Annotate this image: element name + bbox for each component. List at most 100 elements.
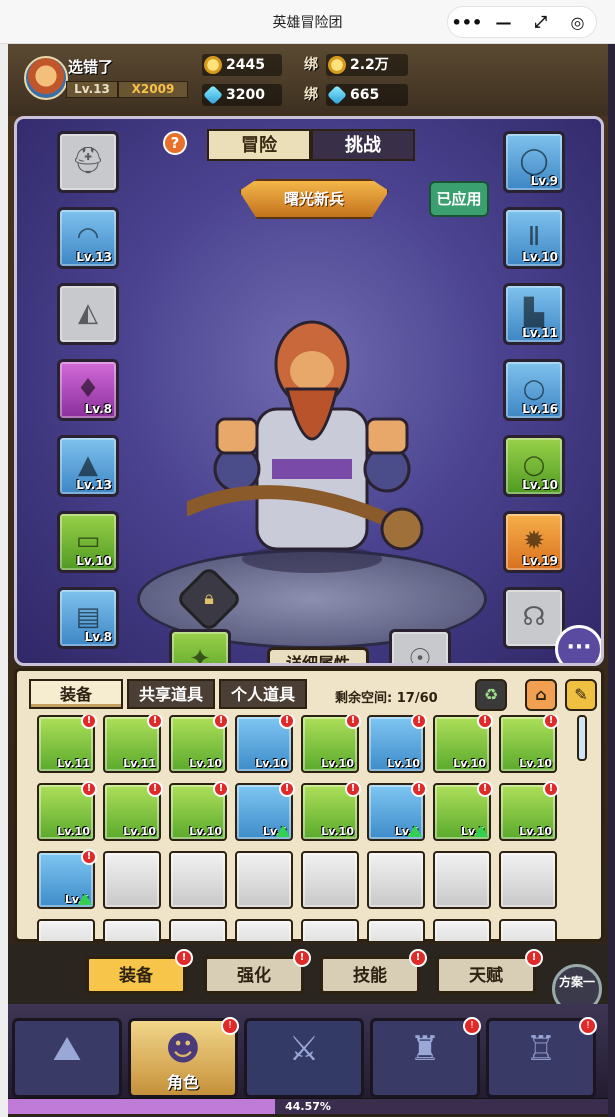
close-icon[interactable]: ◎ xyxy=(563,13,593,32)
gem-counter[interactable]: 3200 xyxy=(202,84,282,106)
inventory-item[interactable]: Lv.1! xyxy=(37,849,97,909)
alert-icon: ! xyxy=(525,949,543,967)
inventory-item[interactable]: Lv.10! xyxy=(499,715,559,773)
alert-icon: ! xyxy=(345,781,361,797)
left-slot-armor[interactable]: ♦ Lv.8 xyxy=(57,359,119,421)
recycle-icon[interactable]: ♻ xyxy=(475,679,507,711)
tab-challenge[interactable]: 挑战 xyxy=(311,129,415,161)
right-slot-pants[interactable]: Ⅱ Lv.10 xyxy=(503,207,565,269)
inventory-item[interactable]: Lv.10! xyxy=(169,781,229,841)
player-name: 选错了 xyxy=(68,58,114,76)
hero-title-badge[interactable]: 曙光新兵 xyxy=(239,179,389,219)
inventory-item[interactable]: Lv.11! xyxy=(103,715,163,773)
applied-badge[interactable]: 已应用 xyxy=(429,181,489,217)
empty-inventory-cell[interactable] xyxy=(367,851,425,909)
gold-counter[interactable]: 2445 xyxy=(202,54,282,76)
tab-equipment[interactable]: 装备 xyxy=(29,679,123,709)
bottom-slot-staff[interactable]: ✦Lv.11 xyxy=(169,629,231,663)
right-slot-boots[interactable]: ▙ Lv.11 xyxy=(503,283,565,345)
empty-inventory-cell[interactable] xyxy=(499,851,557,909)
hero-dwarf-image[interactable] xyxy=(187,309,437,579)
chat-bubble-icon[interactable]: ··· xyxy=(555,625,601,663)
minimize-icon[interactable]: — xyxy=(489,13,519,32)
inventory-item[interactable]: Lv.10! xyxy=(37,781,97,841)
empty-inventory-cell[interactable] xyxy=(169,851,227,909)
inventory-item[interactable]: Lv.10! xyxy=(367,715,427,773)
empty-inventory-cell[interactable] xyxy=(235,851,293,909)
inventory-item[interactable]: Lv.10! xyxy=(301,715,361,773)
inventory-item[interactable]: Lv.10! xyxy=(499,781,559,841)
more-icon[interactable]: ••• xyxy=(452,13,483,32)
nav-guild[interactable]: ♖ ! xyxy=(486,1017,597,1098)
alert-icon: ! xyxy=(409,949,427,967)
item-level: Lv.10 xyxy=(321,757,354,770)
left-slot-book[interactable]: ▤ Lv.8 xyxy=(57,587,119,649)
empty-inventory-cell[interactable] xyxy=(169,919,227,941)
empty-inventory-cell[interactable] xyxy=(301,919,359,941)
empty-inventory-cell[interactable] xyxy=(103,851,161,909)
tab-adventure[interactable]: 冒险 xyxy=(207,129,311,161)
bound-gem-counter[interactable]: 665 xyxy=(326,84,408,106)
restore-icon[interactable]: ⤢ xyxy=(526,12,556,32)
background-page-strip xyxy=(0,44,8,1117)
broom-icon[interactable]: ✎ xyxy=(565,679,597,711)
empty-inventory-cell[interactable] xyxy=(433,851,491,909)
subtab-skills[interactable]: 技能! xyxy=(320,949,427,994)
inventory-item[interactable]: Lv.10! xyxy=(103,781,163,841)
empty-inventory-cell[interactable] xyxy=(499,919,557,941)
remaining-space: 剩余空间: 17/60 xyxy=(335,691,438,706)
item-level: Lv.10 xyxy=(453,757,486,770)
empty-inventory-cell[interactable] xyxy=(235,919,293,941)
bottom-slot-mask[interactable]: ☉ xyxy=(389,629,451,663)
inventory-item[interactable]: Lv.1! xyxy=(367,781,427,841)
empty-inventory-cell[interactable] xyxy=(37,919,95,941)
item-level: Lv.10 xyxy=(255,757,288,770)
bottom-navigation: ⛰ ☻ 角色 ! ⚔ ♜ ! ♖ ! xyxy=(8,1004,608,1104)
gold-amount: 2445 xyxy=(226,57,265,73)
help-icon[interactable]: ? xyxy=(163,131,187,155)
slot-level: Lv.8 xyxy=(84,630,112,644)
empty-inventory-cell[interactable] xyxy=(301,851,359,909)
left-slot-shoulder[interactable]: ◭ xyxy=(57,283,119,345)
right-slot-belt[interactable]: ◯ Lv.9 xyxy=(503,131,565,193)
subtab-equipment[interactable]: 装备! xyxy=(86,949,193,994)
left-slot-helmet[interactable]: ⛑ xyxy=(57,131,119,193)
left-slot-horn[interactable]: ◠ Lv.13 xyxy=(57,207,119,269)
horn-icon: ◠ xyxy=(76,222,100,252)
inventory-item[interactable]: Lv.10! xyxy=(235,715,295,773)
subtab-talent[interactable]: 天赋! xyxy=(436,949,543,994)
nav-castle[interactable]: ♜ ! xyxy=(370,1017,481,1098)
right-slot-ring[interactable]: ○ Lv.16 xyxy=(503,359,565,421)
left-slot-cloak[interactable]: ▲ Lv.13 xyxy=(57,435,119,497)
alert-icon: ! xyxy=(81,781,97,797)
home-icon[interactable]: ⌂ xyxy=(525,679,557,711)
inventory-panel: 装备 共享道具 个人道具 剩余空间: 17/60 ♻ ⌂ ✎ Lv.11! Lv.… xyxy=(14,668,604,942)
inventory-item[interactable]: Lv.10! xyxy=(301,781,361,841)
inventory-scrollbar[interactable] xyxy=(577,715,587,761)
empty-inventory-cell[interactable] xyxy=(433,919,491,941)
inventory-item[interactable]: Lv.10! xyxy=(433,715,493,773)
bound-gold-counter[interactable]: 2.2万 xyxy=(326,54,408,76)
inventory-item[interactable]: Lv.11! xyxy=(37,715,97,773)
subtab-enhance[interactable]: 强化! xyxy=(204,949,311,994)
left-slot-bracer[interactable]: ▭ Lv.10 xyxy=(57,511,119,573)
nav-role[interactable]: ☻ 角色 ! xyxy=(128,1017,239,1098)
empty-inventory-cell[interactable] xyxy=(103,919,161,941)
alert-icon: ! xyxy=(279,715,295,729)
right-slot-sun-charm[interactable]: ✹ Lv.19 xyxy=(503,511,565,573)
avatar[interactable] xyxy=(24,56,68,100)
empty-inventory-cell[interactable] xyxy=(367,919,425,941)
sub-navigation: 装备! 强化! 技能! 天赋! xyxy=(8,944,608,1004)
inventory-item[interactable]: Lv.10! xyxy=(169,715,229,773)
nav-world[interactable]: ⛰ xyxy=(12,1018,122,1098)
player-header: 选错了 Lv.13 X2009 2445 绑 2.2万 3200 绑 665 xyxy=(8,44,608,116)
upgrade-arrow-icon xyxy=(474,825,488,837)
nav-battle[interactable]: ⚔ xyxy=(244,1018,364,1098)
right-slot-ring2[interactable]: ○ Lv.10 xyxy=(503,435,565,497)
tab-shared-items[interactable]: 共享道具 xyxy=(127,679,216,709)
inventory-item[interactable]: Lv.1! xyxy=(433,781,493,841)
lock-icon: 🔒︎ xyxy=(204,588,214,609)
detail-attributes-button[interactable]: 详细属性 xyxy=(267,647,369,663)
inventory-item[interactable]: Lv.1! xyxy=(235,781,295,841)
tab-personal-items[interactable]: 个人道具 xyxy=(219,679,308,709)
